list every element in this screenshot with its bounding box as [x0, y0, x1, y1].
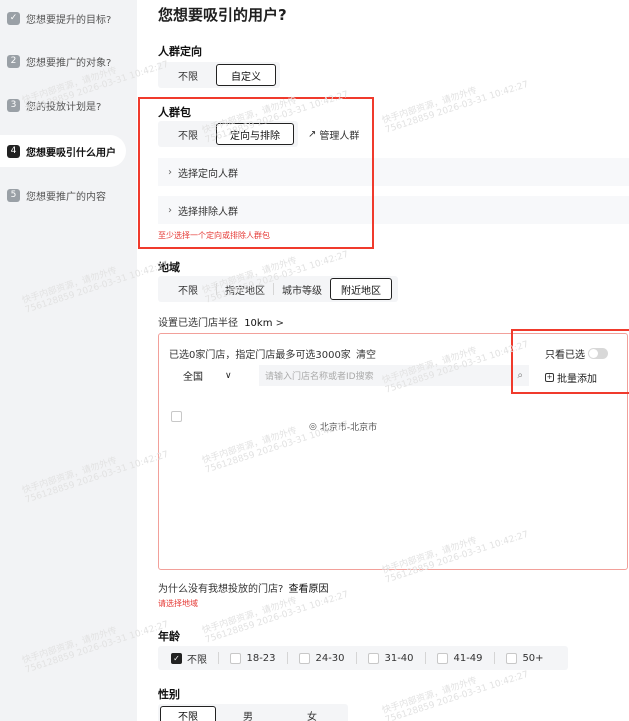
region-segment: 不限 指定地区 城市等级 附近地区	[158, 276, 398, 302]
radius-label: 设置已选门店半径	[158, 318, 238, 329]
region-unlimited[interactable]: 不限	[160, 278, 216, 300]
age-option-label: 不限	[187, 654, 207, 666]
sidebar-step-audience[interactable]: 4 您想要吸引什么用户	[0, 135, 126, 167]
sidebar-step-content[interactable]: 5 您想要推广的内容	[0, 179, 126, 211]
age-option-31-40[interactable]: 31-40	[357, 647, 425, 669]
age-option-label: 18-23	[246, 652, 276, 664]
sidebar-step-label: 您想要吸引什么用户	[26, 147, 116, 159]
sidebar-step-goal[interactable]: ✓ 您想要提升的目标?	[0, 2, 126, 34]
store-search-input[interactable]: 请输入门店名称或者ID搜索 ⌕	[259, 365, 529, 386]
age-option-41-49[interactable]: 41-49	[426, 647, 494, 669]
clear-button[interactable]: 清空	[356, 350, 376, 361]
main-panel: 您想要吸引的用户? 人群定向 不限 自定义 人群包 不限 定向与排除 ↗ 管理人…	[137, 0, 629, 721]
check-icon: ✓	[7, 11, 20, 25]
gender-segment: 不限 男 女	[158, 704, 348, 721]
sidebar-step-plan[interactable]: 3 您的投放计划是?	[0, 89, 126, 121]
age-option-label: 41-49	[453, 652, 483, 664]
why-no-store-text: 为什么没有我想投放的门店?	[158, 584, 284, 595]
sidebar: ✓ 您想要提升的目标? 2 您想要推广的对象? 3 您的投放计划是? 4 您想要…	[0, 0, 137, 721]
region-city-level[interactable]: 城市等级	[274, 278, 330, 300]
age-option-label: 50+	[522, 652, 544, 664]
highlight-box-store-tools	[511, 329, 629, 394]
checkbox-icon	[437, 652, 449, 664]
store-location: ◎ 北京市-北京市	[309, 420, 378, 434]
age-option-label: 31-40	[384, 652, 414, 664]
sidebar-step-object[interactable]: 2 您想要推广的对象?	[0, 45, 126, 77]
crowd-targeting-title: 人群定向	[158, 45, 202, 58]
store-location-text: 北京市-北京市	[319, 423, 378, 433]
sidebar-step-label: 您的投放计划是?	[26, 101, 102, 113]
sidebar-step-label: 您想要推广的内容	[26, 191, 106, 203]
age-option-label: 24-30	[315, 652, 345, 664]
sidebar-step-label: 您想要提升的目标?	[26, 14, 112, 26]
region-title: 地域	[158, 261, 180, 274]
store-status-text: 已选0家门店，指定门店最多可选3000家	[169, 350, 351, 361]
step-number: 4	[7, 144, 20, 158]
checkbox-icon	[299, 652, 311, 664]
age-option-unlimited[interactable]: ✓ 不限	[160, 647, 218, 669]
scope-value: 全国	[183, 372, 203, 383]
age-option-24-30[interactable]: 24-30	[288, 647, 356, 669]
age-option-18-23[interactable]: 18-23	[219, 647, 287, 669]
step-number: 3	[7, 98, 20, 112]
age-option-50-plus[interactable]: 50+	[495, 647, 555, 669]
store-checkbox[interactable]	[171, 411, 182, 422]
checkbox-icon	[506, 652, 518, 664]
location-pin-icon: ◎	[309, 421, 317, 432]
sidebar-step-label: 您想要推广的对象?	[26, 57, 112, 69]
gender-male[interactable]: 男	[216, 706, 280, 721]
checkbox-icon	[368, 652, 380, 664]
search-placeholder: 请输入门店名称或者ID搜索	[265, 372, 374, 382]
chevron-right-icon: >	[275, 318, 285, 329]
checkbox-checked-icon: ✓	[171, 652, 182, 664]
step-number: 5	[7, 188, 20, 202]
age-title: 年龄	[158, 630, 180, 643]
select-region-error: 请选择地域	[158, 599, 198, 608]
radius-value: 10km	[244, 318, 273, 329]
scope-select[interactable]: 全国 ∨	[169, 365, 259, 386]
page-title: 您想要吸引的用户?	[158, 6, 287, 24]
step-number: 2	[7, 54, 20, 68]
chevron-down-icon: ∨	[225, 370, 232, 381]
crowd-targeting-segment: 不限 自定义	[158, 62, 280, 88]
region-nearby[interactable]: 附近地区	[330, 278, 392, 300]
highlight-box-crowd-pack	[138, 97, 374, 249]
gender-title: 性别	[158, 688, 180, 701]
why-no-store: 为什么没有我想投放的门店? 查看原因	[158, 580, 329, 595]
crowd-targeting-custom[interactable]: 自定义	[216, 64, 276, 86]
crowd-targeting-unlimited[interactable]: 不限	[160, 64, 216, 86]
region-specified[interactable]: 指定地区	[217, 278, 273, 300]
gender-unlimited[interactable]: 不限	[160, 706, 216, 721]
age-segment: ✓ 不限 18-23 24-30 31-40 41-49 50+	[158, 646, 568, 670]
view-reason-link[interactable]: 查看原因	[289, 584, 329, 595]
store-status: 已选0家门店，指定门店最多可选3000家 清空	[169, 346, 376, 361]
checkbox-icon	[230, 652, 242, 664]
gender-female[interactable]: 女	[280, 706, 344, 721]
store-radius-setting[interactable]: 设置已选门店半径 10km >	[158, 314, 284, 329]
